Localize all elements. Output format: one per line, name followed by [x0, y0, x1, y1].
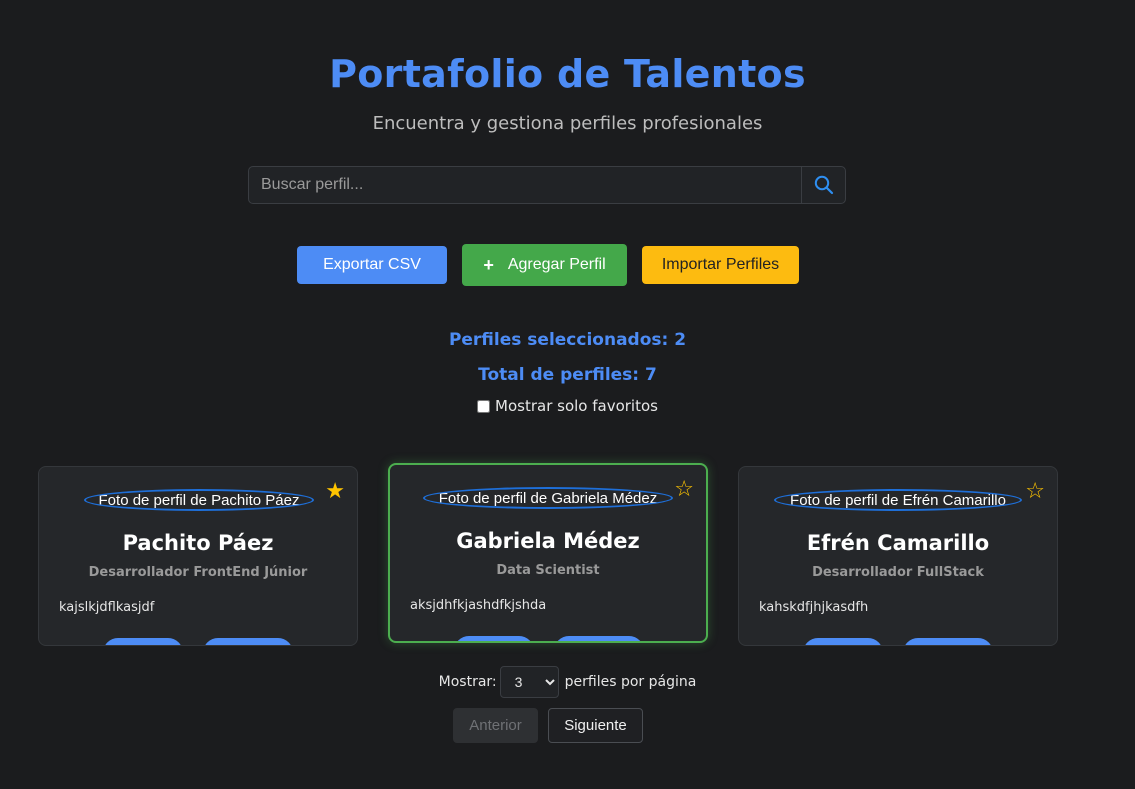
- page-subtitle: Encuentra y gestiona perfiles profesiona…: [372, 113, 763, 134]
- add-profile-label: Agregar Perfil: [507, 256, 606, 273]
- profile-photo: Foto de perfil de Efrén Camarillo: [774, 489, 1022, 511]
- favorites-filter[interactable]: Mostrar solo favoritos: [0, 397, 1135, 415]
- search-bar: [248, 166, 846, 204]
- profile-role: Data Scientist: [496, 563, 600, 578]
- profile-photo: Foto de perfil de Pachito Páez: [84, 489, 314, 511]
- favorites-checkbox[interactable]: [477, 399, 491, 413]
- export-csv-button[interactable]: Exportar CSV: [297, 246, 447, 284]
- selected-count: Perfiles seleccionados: 2: [448, 330, 687, 350]
- profile-description: aksjdhfkjashdfkjshda: [410, 598, 547, 613]
- profile-description: kahskdfjhjkasdfh: [759, 600, 869, 615]
- show-label: Mostrar:: [438, 674, 497, 690]
- profile-role: Desarrollador FullStack: [812, 565, 984, 580]
- profile-role: Desarrollador FrontEnd Júnior: [88, 565, 308, 580]
- page-size-control: Mostrar: 3 perfiles por página: [0, 666, 1135, 698]
- search-button[interactable]: [801, 167, 845, 203]
- profile-card[interactable]: Foto de perfil de Efrén Camarillo ☆ Efré…: [738, 466, 1058, 646]
- star-outline-icon[interactable]: ☆: [1025, 479, 1045, 504]
- card-action-button[interactable]: [554, 636, 644, 641]
- previous-page-button[interactable]: Anterior: [453, 708, 538, 743]
- profile-card[interactable]: Foto de perfil de Pachito Páez ★ Pachito…: [38, 466, 358, 646]
- profile-description: kajslkjdflkasjdf: [59, 600, 155, 615]
- profile-name: Efrén Camarillo: [806, 531, 990, 555]
- star-outline-icon[interactable]: ☆: [674, 477, 694, 502]
- profile-name: Gabriela Médez: [456, 529, 640, 553]
- import-profiles-button[interactable]: Importar Perfiles: [642, 246, 799, 284]
- search-icon: [814, 175, 833, 195]
- next-page-button[interactable]: Siguiente: [548, 708, 643, 743]
- profile-photo: Foto de perfil de Gabriela Médez: [423, 487, 673, 509]
- card-action-button[interactable]: [203, 638, 293, 645]
- per-page-suffix: perfiles por página: [564, 674, 697, 690]
- card-action-button[interactable]: [103, 638, 183, 645]
- total-count: Total de perfiles: 7: [478, 365, 657, 385]
- favorites-filter-label: Mostrar solo favoritos: [495, 397, 658, 415]
- page-title: Portafolio de Talentos: [329, 52, 806, 96]
- card-action-button[interactable]: [903, 638, 993, 645]
- add-profile-button[interactable]: + Agregar Perfil: [462, 244, 627, 286]
- plus-icon: +: [483, 254, 494, 275]
- per-page-select[interactable]: 3: [499, 666, 559, 698]
- star-filled-icon[interactable]: ★: [325, 479, 345, 504]
- card-action-button[interactable]: [454, 636, 534, 641]
- card-action-button[interactable]: [803, 638, 883, 645]
- profile-card-selected[interactable]: Foto de perfil de Gabriela Médez ☆ Gabri…: [388, 463, 708, 643]
- search-input[interactable]: [249, 167, 801, 203]
- profile-name: Pachito Páez: [122, 531, 274, 555]
